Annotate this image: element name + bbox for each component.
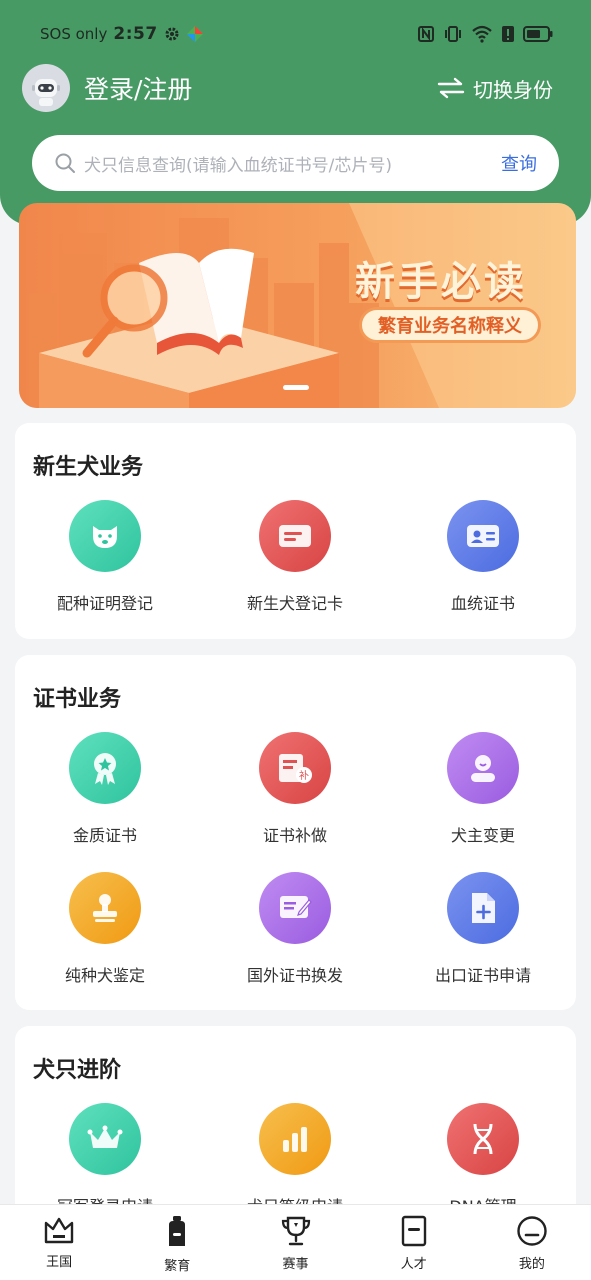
service-dog-level[interactable]: 犬只等级申请 [205, 1103, 385, 1217]
badge-icon [400, 1215, 428, 1247]
nav-breeding[interactable]: 繁育 [118, 1205, 236, 1280]
nav-events[interactable]: 赛事 [236, 1205, 354, 1280]
robot-avatar-icon [32, 79, 60, 106]
bottom-navigation: 王国 繁育 赛事 人才 我的 [0, 1204, 591, 1280]
trophy-icon [279, 1215, 313, 1247]
wifi-icon [471, 25, 493, 43]
service-label: 新生犬登记卡 [246, 594, 343, 613]
alert-icon [501, 25, 515, 43]
dog-icon [69, 500, 141, 572]
service-champion-registration[interactable]: 冠军登录申请 [15, 1103, 195, 1217]
castle-icon [43, 1215, 75, 1245]
reissue-icon: 补 [259, 732, 331, 804]
nav-label: 王国 [46, 1255, 73, 1270]
service-owner-change[interactable]: 犬主变更 [393, 732, 573, 846]
carousel-indicator [283, 385, 309, 390]
login-register-link[interactable]: 登录/注册 [84, 70, 192, 106]
login-area[interactable]: 登录/注册 [22, 64, 192, 112]
banner-subtitle: 繁育业务名称释义 [359, 307, 541, 343]
carrier-text: SOS only [40, 25, 108, 43]
service-label: 犬主变更 [450, 826, 515, 845]
bar-chart-icon [259, 1103, 331, 1175]
vibrate-icon [443, 25, 463, 43]
service-breeding-certificate[interactable]: 配种证明登记 [15, 500, 195, 614]
service-label: 金质证书 [72, 826, 137, 845]
svg-text:补: 补 [299, 769, 309, 782]
search-input[interactable]: 犬只信息查询(请输入血统证书号/芯片号) [84, 151, 501, 176]
nav-label: 赛事 [282, 1257, 309, 1272]
nav-talent[interactable]: 人才 [355, 1205, 473, 1280]
search-icon [54, 152, 76, 174]
clock: 2:57 [113, 24, 158, 44]
face-icon [516, 1215, 548, 1247]
nfc-icon [417, 25, 435, 43]
service-certificate-reissue[interactable]: 补 证书补做 [205, 732, 385, 846]
bottle-icon [163, 1215, 191, 1249]
crown-icon [69, 1103, 141, 1175]
stamp-icon [69, 872, 141, 944]
nav-mine[interactable]: 我的 [473, 1205, 591, 1280]
section-title: 新生犬业务 [33, 455, 144, 480]
search-button[interactable]: 查询 [501, 150, 537, 176]
service-label: 纯种犬鉴定 [64, 966, 145, 985]
service-purebred-appraisal[interactable]: 纯种犬鉴定 [15, 872, 195, 986]
service-label: 血统证书 [450, 594, 515, 613]
card-icon [259, 500, 331, 572]
medal-icon [69, 732, 141, 804]
service-foreign-certificate-exchange[interactable]: 国外证书换发 [205, 872, 385, 986]
service-label: 配种证明登记 [56, 594, 153, 613]
dna-icon [447, 1103, 519, 1175]
avatar[interactable] [22, 64, 70, 112]
search-bar: 犬只信息查询(请输入血统证书号/芯片号) 查询 [32, 135, 559, 191]
service-gold-certificate[interactable]: 金质证书 [15, 732, 195, 846]
service-label: 出口证书申请 [434, 966, 531, 985]
section-certificates: 证书业务 金质证书 补 证书补做 犬主变更 纯种犬鉴定 国外证书换发 出口证书申… [15, 655, 576, 1010]
section-newborn: 新生犬业务 配种证明登记 新生犬登记卡 血统证书 [15, 423, 576, 639]
app-icon [186, 25, 204, 43]
edit-doc-icon [259, 872, 331, 944]
service-export-certificate[interactable]: 出口证书申请 [393, 872, 573, 986]
add-file-icon [447, 872, 519, 944]
service-label: 证书补做 [262, 826, 327, 845]
nav-label: 人才 [400, 1257, 427, 1272]
service-label: 国外证书换发 [246, 966, 343, 985]
switch-identity-button[interactable]: 切换身份 [437, 74, 553, 103]
service-pedigree-certificate[interactable]: 血统证书 [393, 500, 573, 614]
id-card-icon [447, 500, 519, 572]
nav-label: 繁育 [164, 1259, 191, 1274]
nav-label: 我的 [518, 1257, 545, 1272]
owner-icon [447, 732, 519, 804]
swap-arrows-icon [437, 76, 465, 100]
section-title: 犬只进阶 [33, 1058, 122, 1083]
service-newborn-card[interactable]: 新生犬登记卡 [205, 500, 385, 614]
gear-icon [164, 26, 180, 42]
section-title: 证书业务 [33, 687, 122, 712]
service-dna-management[interactable]: DNA管理 [393, 1103, 573, 1217]
nav-kingdom[interactable]: 王国 [0, 1205, 118, 1280]
banner-title: 新手必读 [355, 259, 527, 305]
banner-new-user-guide[interactable]: 新手必读 繁育业务名称释义 [19, 203, 576, 408]
status-bar: SOS only 2:57 [40, 20, 553, 48]
user-row: 登录/注册 切换身份 [22, 64, 553, 112]
switch-identity-label: 切换身份 [473, 77, 553, 102]
battery-icon [523, 26, 553, 42]
